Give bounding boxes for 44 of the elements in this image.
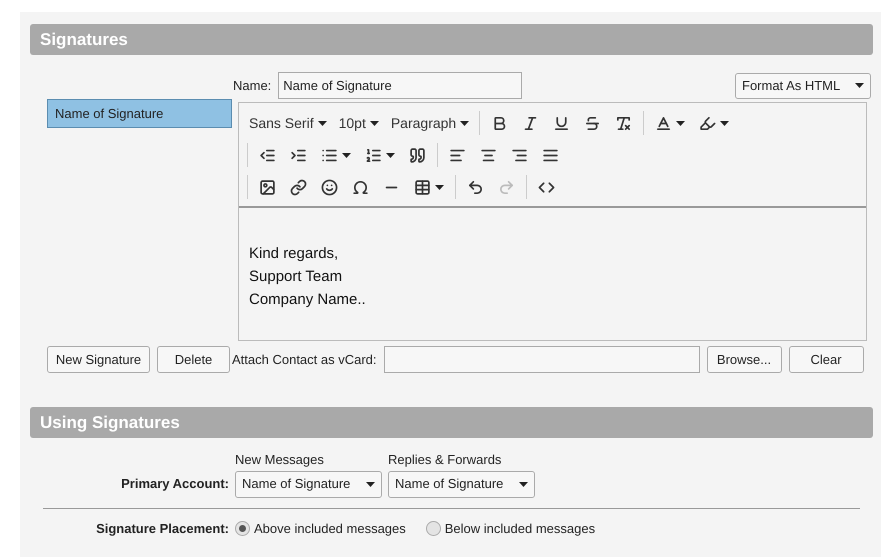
format-block-dropdown[interactable]: Paragraph: [384, 109, 476, 137]
caret-icon: [318, 120, 327, 126]
caret-icon: [720, 120, 730, 126]
section-header: Signatures: [30, 24, 873, 55]
format-dropdown[interactable]: Format As HTML: [735, 72, 871, 98]
table-icon: [414, 178, 431, 196]
bullet-list-icon: [321, 146, 338, 164]
name-label: Name:: [233, 76, 272, 95]
radio-option[interactable]: Above included messages: [235, 518, 406, 538]
caret-icon: [435, 184, 444, 190]
button[interactable]: New Signature: [47, 346, 150, 373]
radio-button[interactable]: [426, 520, 441, 536]
caret-icon: [366, 482, 375, 486]
radio-button[interactable]: [235, 520, 250, 536]
radio-option[interactable]: Below included messages: [426, 518, 596, 538]
column-heading: Replies & Forwards: [388, 451, 502, 469]
caret-icon: [519, 482, 528, 486]
section-header: Using Signatures: [30, 407, 873, 438]
caret-icon: [676, 120, 686, 126]
size-dropdown[interactable]: 10pt: [332, 109, 385, 137]
caret-icon: [370, 120, 379, 126]
editor-text: Company Name..: [249, 290, 367, 310]
caret-icon: [386, 152, 395, 158]
editor-text: Support Team: [249, 267, 344, 287]
vcard-field[interactable]: [384, 346, 700, 373]
column-heading: New Messages: [235, 451, 325, 469]
font-dropdown[interactable]: Sans Serif: [243, 109, 333, 137]
button[interactable]: Clear: [788, 346, 864, 373]
caret-icon: [342, 152, 351, 158]
highlight-icon: [699, 114, 716, 132]
button[interactable]: Browse...: [706, 346, 782, 373]
signature-list-item[interactable]: Name of Signature: [47, 99, 232, 128]
editor-text: Kind regards,: [249, 244, 340, 264]
text-color-icon: [655, 114, 672, 132]
button[interactable]: Delete: [157, 346, 230, 373]
vcard-label: Attach Contact as vCard:: [232, 350, 377, 369]
account-label: Primary Account:: [120, 475, 229, 494]
caret-icon: [855, 83, 864, 88]
signature-dropdown[interactable]: Name of Signature: [235, 470, 382, 498]
numbered-list-icon: [365, 146, 382, 164]
signature-dropdown[interactable]: Name of Signature: [388, 470, 535, 498]
caret-icon: [460, 120, 470, 126]
name-field[interactable]: Name of Signature: [278, 72, 522, 99]
placement-label: Signature Placement:: [95, 520, 229, 538]
